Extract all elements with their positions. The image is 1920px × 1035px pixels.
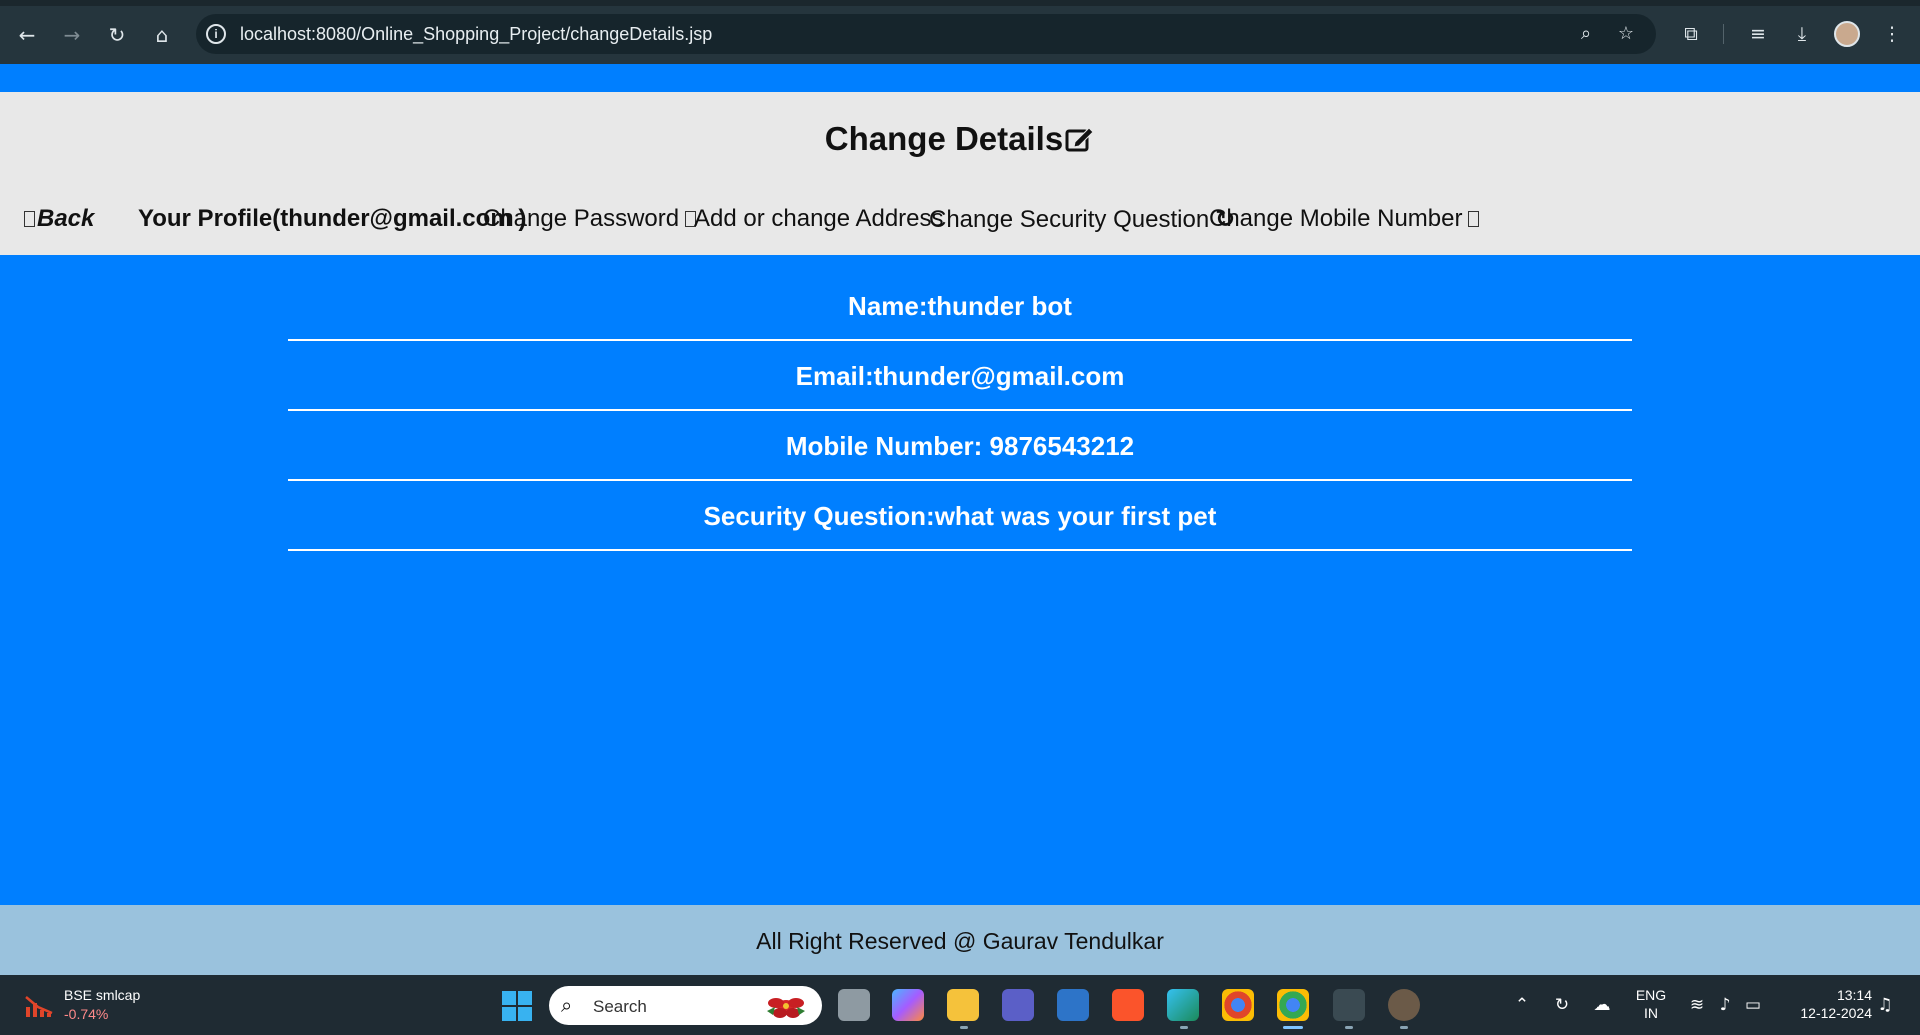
change-password-link[interactable]: Change Password (483, 204, 697, 234)
toolbar-separator (1723, 24, 1724, 44)
change-address-link[interactable]: Add or change Address (694, 204, 944, 234)
brave-icon[interactable] (1112, 989, 1144, 1021)
detail-mobile: Mobile Number: 9876543212 (785, 431, 1135, 461)
microsoft-store-icon[interactable] (1057, 989, 1089, 1021)
taskbar-search[interactable]: ⌕ Search (549, 986, 822, 1025)
chrome-profile-active-indicator (1283, 1026, 1303, 1029)
stock-chart-icon[interactable] (24, 993, 54, 1019)
your-profile-label: Your Profile(thunder@gmail.com ) (138, 205, 527, 232)
phone-icon (1468, 211, 1480, 227)
edge-icon[interactable] (1167, 989, 1199, 1021)
terminal-indicator (1345, 1026, 1353, 1029)
forward-icon[interactable]: → (57, 20, 87, 50)
teams-icon[interactable] (1002, 989, 1034, 1021)
browser-toolbar: ← → ↻ ⌂ i localhost:8080/Online_Shopping… (0, 0, 1920, 64)
menu-icon[interactable]: ⋮ (1878, 20, 1906, 48)
back-icon[interactable]: ← (12, 20, 42, 50)
media-icon[interactable]: ≡ (1744, 20, 1772, 48)
settings-app-indicator (1400, 1026, 1408, 1029)
site-info-icon[interactable]: i (206, 24, 226, 44)
change-mobile-number-label: Change Mobile Number (1209, 205, 1463, 232)
region-code: IN (1644, 1005, 1658, 1021)
chrome-icon[interactable] (1222, 989, 1254, 1021)
url-text[interactable]: localhost:8080/Online_Shopping_Project/c… (240, 24, 712, 44)
widget-title[interactable]: BSE smlcap (64, 987, 140, 1003)
tab-strip (0, 0, 1920, 6)
notification-bell-icon[interactable]: ♫ (1872, 994, 1898, 1016)
footer-text: All Right Reserved @ Gaurav Tendulkar (756, 928, 1164, 954)
back-link-label: Back (37, 205, 95, 232)
onedrive-cloud-icon[interactable]: ☁ (1589, 994, 1615, 1016)
profile-details: Name:thunder bot Email:thunder@gmail.com… (0, 255, 1920, 905)
search-icon: ⌕ (561, 993, 573, 1017)
battery-icon[interactable]: ▭ (1740, 994, 1766, 1016)
terminal-icon[interactable] (1333, 989, 1365, 1021)
download-icon[interactable]: ⤓ (1788, 20, 1816, 48)
extensions-icon[interactable]: ⧉ (1677, 20, 1705, 48)
reload-icon[interactable]: ↻ (102, 20, 132, 50)
profile-avatar[interactable] (1834, 21, 1860, 47)
change-security-question-label: Change Security Question (929, 206, 1210, 233)
taskbar: BSE smlcap -0.74% ⌕ Search ⌃ ↻ ☁ ENG IN … (0, 975, 1920, 1035)
edge-indicator (1180, 1026, 1188, 1029)
settings-app-icon[interactable] (1388, 989, 1420, 1021)
detail-row-security-question: Security Question:what was your first pe… (288, 465, 1632, 551)
volume-icon[interactable]: ♪ (1712, 994, 1738, 1016)
sync-icon[interactable]: ↻ (1549, 994, 1575, 1016)
poinsettia-icon (767, 998, 805, 1018)
change-security-question-link[interactable]: Change Security Question ↻ (929, 204, 1235, 235)
page-footer: All Right Reserved @ Gaurav Tendulkar (0, 905, 1920, 975)
task-view-icon[interactable] (838, 989, 870, 1021)
your-profile-link[interactable]: Your Profile(thunder@gmail.com ) (138, 204, 526, 234)
top-blue-strip (0, 64, 1920, 92)
file-explorer-indicator (960, 1026, 968, 1029)
edit-icon (1065, 127, 1094, 152)
change-address-label: Add or change Address (694, 205, 944, 232)
detail-security-question: Security Question:what was your first pe… (703, 501, 1217, 531)
back-link[interactable]: Back (24, 204, 94, 234)
change-mobile-number-link[interactable]: Change Mobile Number (1209, 204, 1480, 234)
detail-email: Email:thunder@gmail.com (795, 361, 1125, 391)
change-password-label: Change Password (483, 205, 680, 232)
language-code: ENG (1635, 987, 1667, 1003)
detail-name: Name:thunder bot (848, 291, 1072, 321)
wifi-icon[interactable]: ≋ (1684, 994, 1710, 1016)
page-header: Change Details Back Your Profile(thunder… (0, 92, 1920, 255)
file-explorer-icon[interactable] (947, 989, 979, 1021)
page-title: Change Details (0, 120, 1920, 158)
language-indicator[interactable]: ENG IN (1634, 986, 1668, 1022)
page-title-text: Change Details (824, 120, 1064, 157)
windows-start-icon[interactable] (502, 991, 532, 1021)
widget-value[interactable]: -0.74% (64, 1006, 108, 1022)
bookmark-star-icon[interactable]: ☆ (1614, 22, 1638, 46)
home-icon[interactable]: ⌂ (147, 20, 177, 50)
clock-time: 13:14 (1836, 987, 1872, 1003)
arrow-left-icon (24, 211, 35, 227)
zoom-icon[interactable]: ⌕ (1574, 22, 1598, 46)
address-bar[interactable]: i localhost:8080/Online_Shopping_Project… (196, 14, 1656, 54)
clock-date: 12-12-2024 (1800, 1005, 1872, 1021)
copilot-icon[interactable] (892, 989, 924, 1021)
chrome-profile-icon[interactable] (1277, 989, 1309, 1021)
chevron-up-icon[interactable]: ⌃ (1509, 994, 1535, 1016)
search-placeholder: Search (593, 997, 647, 1016)
clock[interactable]: 13:14 12-12-2024 (1782, 986, 1872, 1022)
